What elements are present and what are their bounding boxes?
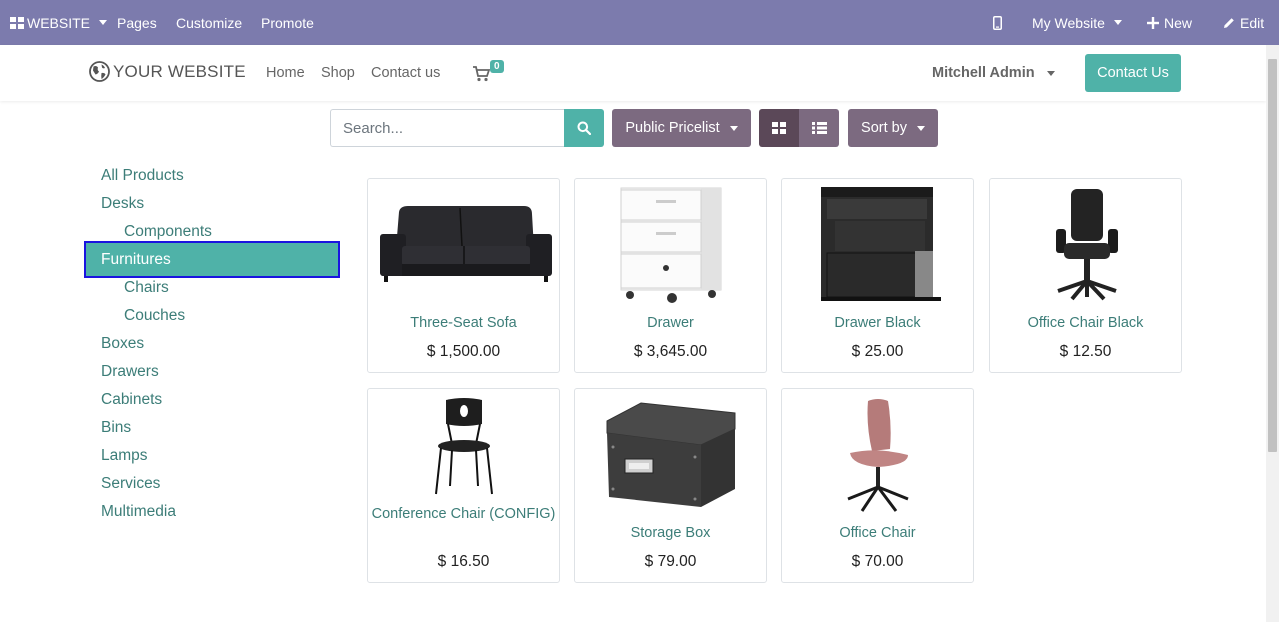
- product-price: $ 79.00: [644, 553, 697, 570]
- product-price: $ 25.00: [851, 343, 904, 360]
- product-card[interactable]: Three-Seat Sofa $ 1,500.00: [367, 178, 560, 373]
- category-chairs[interactable]: Chairs: [124, 279, 169, 297]
- sort-by-label: Sort by: [861, 120, 907, 136]
- customize-menu[interactable]: Customize: [176, 0, 242, 45]
- category-desks[interactable]: Desks: [101, 195, 144, 213]
- product-name[interactable]: Drawer Black: [782, 314, 973, 333]
- edit-button[interactable]: Edit: [1223, 0, 1264, 45]
- category-components[interactable]: Components: [124, 223, 212, 241]
- scrollbar-thumb[interactable]: [1268, 59, 1277, 452]
- category-furnitures-label: Furnitures: [101, 251, 171, 268]
- product-name[interactable]: Conference Chair (CONFIG): [368, 505, 559, 524]
- office-chair-black-image: [990, 179, 1181, 309]
- category-couches[interactable]: Couches: [124, 307, 185, 325]
- category-all-products[interactable]: All Products: [101, 167, 184, 185]
- storage-box-image: [575, 389, 766, 519]
- product-name[interactable]: Three-Seat Sofa: [368, 314, 559, 333]
- chevron-down-icon: [916, 125, 925, 131]
- list-icon: [811, 122, 827, 134]
- product-card[interactable]: Drawer Black $ 25.00: [781, 178, 974, 373]
- product-card[interactable]: Office Chair Black $ 12.50: [989, 178, 1182, 373]
- my-website-label: My Website: [1032, 14, 1105, 31]
- product-card[interactable]: Conference Chair (CONFIG) $ 16.50: [367, 388, 560, 583]
- website-menu-label: WEBSITE: [27, 14, 91, 31]
- pencil-icon: [1224, 17, 1234, 28]
- category-drawers[interactable]: Drawers: [101, 363, 159, 381]
- product-card[interactable]: Storage Box $ 79.00: [574, 388, 767, 583]
- product-price: $ 16.50: [437, 553, 490, 570]
- user-menu[interactable]: Mitchell Admin: [932, 65, 1055, 81]
- page-scrollbar[interactable]: [1266, 45, 1279, 622]
- drawer-image: [575, 179, 766, 309]
- pages-menu-label: Pages: [117, 14, 157, 31]
- my-website-menu[interactable]: My Website: [1032, 0, 1122, 45]
- product-name[interactable]: Drawer: [575, 314, 766, 333]
- search-button[interactable]: [564, 109, 604, 147]
- product-price: $ 12.50: [1059, 343, 1112, 360]
- shopping-cart-icon: [473, 66, 490, 82]
- edit-button-label: Edit: [1240, 14, 1265, 31]
- chevron-down-icon: [1113, 20, 1122, 25]
- category-lamps[interactable]: Lamps: [101, 447, 148, 465]
- pricelist-label: Public Pricelist: [625, 120, 720, 136]
- product-price: $ 3,645.00: [633, 343, 708, 360]
- chevron-down-icon: [99, 20, 108, 25]
- promote-menu[interactable]: Promote: [261, 0, 314, 45]
- product-price: $ 70.00: [851, 553, 904, 570]
- cart-count-badge: 0: [490, 60, 504, 73]
- category-services[interactable]: Services: [101, 475, 160, 493]
- site-header: YOUR WEBSITE Home Shop Contact us 0 Mitc…: [0, 45, 1266, 101]
- promote-menu-label: Promote: [261, 14, 314, 31]
- grid-icon: [772, 122, 786, 134]
- category-boxes[interactable]: Boxes: [101, 335, 144, 353]
- product-name[interactable]: Office Chair: [782, 524, 973, 543]
- nav-shop[interactable]: Shop: [321, 65, 355, 81]
- site-logo[interactable]: YOUR WEBSITE: [89, 61, 246, 82]
- nav-home[interactable]: Home: [266, 65, 305, 81]
- website-menu[interactable]: WEBSITE: [10, 0, 108, 45]
- product-card[interactable]: Office Chair $ 70.00: [781, 388, 974, 583]
- new-button-label: New: [1164, 14, 1193, 31]
- mobile-icon: [993, 15, 1002, 30]
- plus-icon: [1147, 16, 1159, 29]
- admin-bar: WEBSITE Pages Customize Promote My Websi…: [0, 0, 1279, 45]
- sort-by-dropdown[interactable]: Sort by: [848, 109, 938, 147]
- customize-menu-label: Customize: [176, 14, 243, 31]
- pages-menu[interactable]: Pages: [117, 0, 157, 45]
- drawer-black-image: [782, 179, 973, 309]
- grid-view-button[interactable]: [759, 109, 799, 147]
- contact-us-button[interactable]: Contact Us: [1085, 54, 1181, 92]
- search-icon: [577, 121, 591, 135]
- category-furnitures[interactable]: Furnitures: [84, 241, 340, 278]
- pricelist-dropdown[interactable]: Public Pricelist: [612, 109, 751, 147]
- search-input[interactable]: [330, 109, 565, 147]
- new-button[interactable]: New: [1147, 0, 1192, 45]
- mobile-preview-button[interactable]: [993, 0, 1002, 45]
- site-logo-text: YOUR WEBSITE: [113, 61, 246, 81]
- globe-icon: [89, 61, 110, 82]
- sofa-image: [368, 179, 559, 309]
- category-multimedia[interactable]: Multimedia: [101, 503, 176, 521]
- conference-chair-image: [368, 389, 559, 507]
- nav-contact-us[interactable]: Contact us: [371, 65, 440, 81]
- office-chair-image: [782, 389, 973, 519]
- category-bins[interactable]: Bins: [101, 419, 131, 437]
- product-price: $ 1,500.00: [426, 343, 501, 360]
- apps-icon: [10, 16, 24, 29]
- chevron-down-icon: [1046, 70, 1055, 76]
- product-name[interactable]: Storage Box: [575, 524, 766, 543]
- chevron-down-icon: [729, 125, 738, 131]
- user-name: Mitchell Admin: [932, 65, 1035, 81]
- list-view-button[interactable]: [799, 109, 839, 147]
- product-card[interactable]: Drawer $ 3,645.00: [574, 178, 767, 373]
- category-cabinets[interactable]: Cabinets: [101, 391, 162, 409]
- product-name[interactable]: Office Chair Black: [990, 314, 1181, 333]
